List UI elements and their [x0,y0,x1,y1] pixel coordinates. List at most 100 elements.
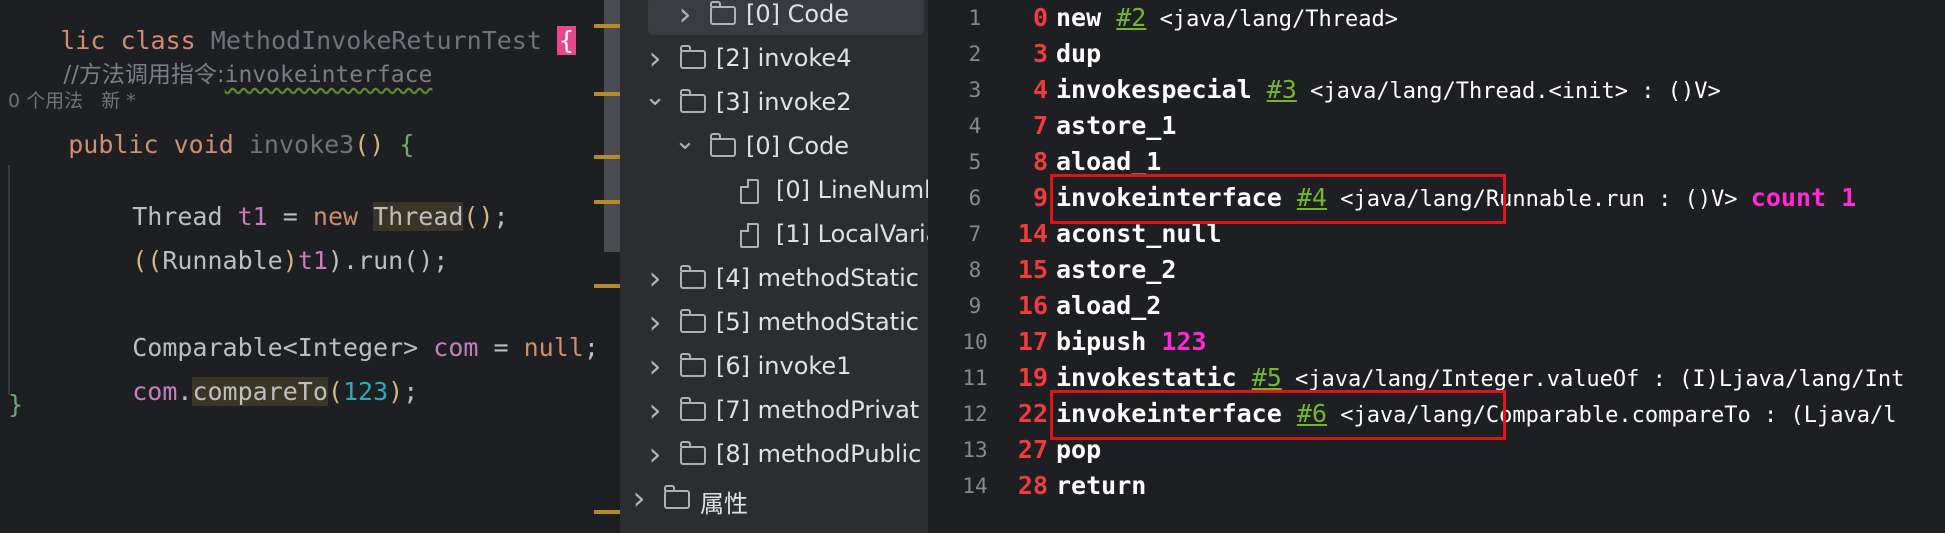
opcode: bipush [1056,327,1147,356]
opcode: return [1056,471,1147,500]
constant-pool-link[interactable]: #2 [1116,3,1146,32]
chevron-right-icon[interactable] [644,311,666,333]
bytecode-instruction: bipush 123 [1056,327,1207,356]
tree-item[interactable]: [0] LineNumb [620,173,928,213]
folder-icon [680,353,706,377]
tree-item-label: [6] invoke1 [716,352,852,380]
bytecode-line: 14 28 return [928,470,1945,506]
file-icon [740,179,759,204]
tree-item[interactable]: [7] methodPrivat [620,393,928,433]
chevron-right-icon[interactable] [644,443,666,465]
folder-icon [680,397,706,421]
bytecode-viewer: 1 0 new #2 <java/lang/Thread> 2 3 dup 3 4 invoke… [928,0,1945,533]
editor-scrollbar[interactable] [604,0,620,252]
line-number: 5 [968,150,982,174]
matched-brace: { [556,26,577,55]
chevron-down-icon[interactable] [644,91,666,113]
source-editor[interactable]: lic class MethodInvokeReturnTest { //方法调… [0,0,620,533]
bytecode-offset: 17 [1017,327,1048,356]
chevron-right-icon[interactable] [644,355,666,377]
scroll-marker [594,92,620,96]
chevron-right-icon[interactable] [628,487,650,509]
tree-item[interactable]: [1] LocalVaria [620,217,928,257]
chevron-right-icon[interactable] [644,267,666,289]
bytecode-offset: 19 [1017,363,1048,392]
line-number: 10 [962,330,988,354]
line-number: 9 [968,294,982,318]
line-number: 13 [962,438,988,462]
line-number: 4 [968,114,982,138]
chevron-right-icon[interactable] [644,399,666,421]
folder-icon [680,309,706,333]
tree-item[interactable]: 属性 [620,481,928,521]
chevron-down-icon[interactable] [674,135,696,157]
file-icon [740,223,759,248]
code-line-runnable: ((Runnable)t1).run(); [132,246,449,275]
tree-item[interactable]: [0] Code [620,129,928,169]
scroll-marker [594,510,620,514]
constant-pool-link[interactable]: #3 [1267,75,1297,104]
bytecode-line: 9 16 aload_2 [928,290,1945,326]
folder-icon [680,265,706,289]
bytecode-line: 2 3 dup [928,38,1945,74]
line-number: 1 [968,6,982,30]
tree-item-label: 属性 [700,490,748,518]
opcode: astore_2 [1056,255,1177,284]
tree-item[interactable]: [8] methodPublic [620,437,928,477]
line-number: 6 [968,186,982,210]
bytecode-offset: 27 [1017,435,1048,464]
bytecode-offset: 22 [1017,399,1048,428]
bytecode-instruction: astore_2 [1056,255,1176,284]
tree-item[interactable]: [6] invoke1 [620,349,928,389]
bytecode-offset: 15 [1017,255,1048,284]
bytecode-offset: 7 [1032,111,1048,140]
tree-item-label: [0] Code [746,132,850,160]
opcode: aload_1 [1056,147,1162,176]
operand-value: 123 [1161,327,1207,356]
line-number: 3 [968,78,982,102]
tree-item-label: [1] LocalVaria [776,220,928,248]
tree-item[interactable]: [5] methodStatic [620,305,928,345]
line-number: 8 [968,258,982,282]
bytecode-line: 4 7 astore_1 [928,110,1945,146]
tree-item[interactable]: [0] Code [620,0,928,37]
bytecode-offset: 0 [1032,3,1048,32]
bytecode-instruction: invokespecial #3 <java/lang/Thread.<init… [1056,75,1721,104]
indent-guide [8,165,10,395]
tree-item-label: [0] LineNumb [776,176,928,204]
tree-item-label: [4] methodStatic [716,264,919,292]
bytecode-instruction: aload_1 [1056,147,1161,176]
chevron-right-icon[interactable] [674,3,696,25]
annotation-highlight-box [1050,174,1506,224]
bytecode-instruction: invokestatic #5 <java/lang/Integer.value… [1056,363,1904,392]
tree-item[interactable]: [3] invoke2 [620,85,928,125]
bytecode-offset: 28 [1017,471,1048,500]
bytecode-offset: 8 [1032,147,1048,176]
constant-pool-link[interactable]: #5 [1252,363,1282,392]
opcode: dup [1056,39,1102,68]
folder-icon [680,45,706,69]
annotation-highlight-box [1050,390,1506,440]
bytecode-instruction: return [1056,471,1146,500]
chevron-right-icon[interactable] [644,47,666,69]
bytecode-instruction: new #2 <java/lang/Thread> [1056,3,1398,32]
bytecode-offset: 3 [1032,39,1048,68]
folder-icon [680,89,706,113]
tree-item[interactable]: [4] methodStatic [620,261,928,301]
tree-item-label: [5] methodStatic [716,308,919,336]
opcode: invokespecial [1056,75,1252,104]
bytecode-offset: 4 [1032,75,1048,104]
bytecode-instruction: dup [1056,39,1101,68]
folder-icon [710,1,736,25]
tree-item-label: [8] methodPublic [716,440,922,468]
scroll-marker [594,284,620,288]
tree-item[interactable]: [2] invoke4 [620,41,928,81]
opcode: aload_2 [1056,291,1162,320]
bytecode-instruction: astore_1 [1056,111,1176,140]
symbol-reference: <java/lang/Thread> [1146,7,1398,32]
code-line-compareto: com.compareTo(123); [132,377,419,406]
tree-item-label: [0] Code [746,0,850,28]
tree-item-label: [2] invoke4 [716,44,852,72]
bytecode-instruction: aload_2 [1056,291,1161,320]
folder-icon [664,485,690,509]
